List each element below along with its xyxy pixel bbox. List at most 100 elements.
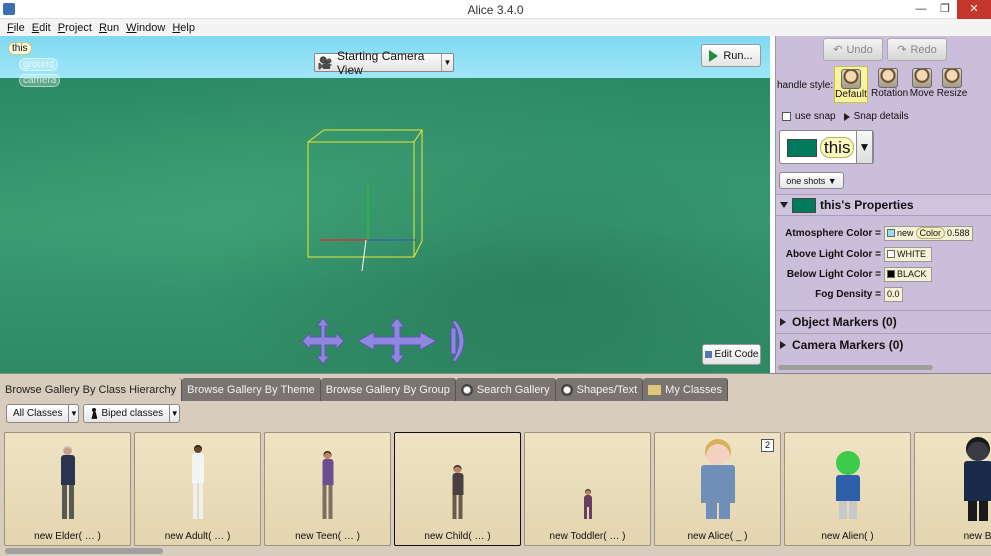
character-figure — [835, 451, 860, 519]
edit-code-button[interactable]: Edit Code — [702, 344, 761, 365]
camera-markers-label: Camera Markers (0) — [792, 337, 904, 352]
biped-filter-label: Biped classes — [101, 408, 164, 420]
scene-view[interactable]: this ground camera 🎥 Starting Camera Vie… — [0, 36, 770, 373]
biped-filter-dropdown[interactable]: Biped classes ▼ — [83, 404, 181, 423]
tab-shapes-text[interactable]: Shapes/Text — [555, 378, 644, 401]
maximize-button[interactable]: ❐ — [933, 0, 957, 19]
gallery-item-tile[interactable]: new Adult( … ) — [134, 432, 261, 546]
gallery-item-label: new Teen( … ) — [295, 531, 360, 542]
selected-object-dropdown[interactable]: ▼ — [856, 130, 873, 164]
color-component-value: 0.588 — [947, 228, 970, 238]
scene-tree-camera[interactable]: camera — [19, 74, 61, 87]
color-swatch — [887, 270, 895, 278]
redo-button[interactable]: ↷ Redo — [887, 38, 947, 61]
class-filter-dropdown[interactable]: All Classes ▼ — [6, 404, 80, 423]
code-icon — [704, 351, 712, 358]
gallery-items: new Elder( … ) new Adult( … ) new Teen( … … — [4, 432, 991, 547]
color-class-pill: Color — [915, 227, 946, 239]
camera-markers-section[interactable]: Camera Markers (0) — [776, 333, 991, 355]
property-label: Atmosphere Color = — [785, 227, 881, 239]
atmosphere-color-value[interactable]: new Color 0.588 — [884, 225, 973, 241]
scene-thumbnail — [787, 139, 817, 157]
tab-search-gallery[interactable]: Search Gallery — [455, 378, 556, 401]
tab-search-label: Search Gallery — [476, 383, 550, 396]
menu-help[interactable]: Help — [172, 22, 195, 34]
properties-title: this's Properties — [820, 198, 914, 212]
property-label: Fog Density = — [815, 288, 881, 300]
white-value: WHITE — [897, 249, 926, 259]
run-button[interactable]: Run... — [701, 44, 761, 67]
fog-density-number: 0.0 — [887, 289, 900, 299]
scene-tree-this[interactable]: this — [8, 42, 32, 55]
character-figure — [700, 439, 735, 519]
menu-run[interactable]: Run — [99, 22, 119, 34]
gallery-item-tile[interactable]: new Toddler( … ) — [524, 432, 651, 546]
folder-icon — [648, 384, 662, 395]
character-figure — [583, 489, 592, 519]
scene-tree-ground[interactable]: ground — [19, 58, 59, 71]
chevron-down-icon: ▼ — [169, 405, 179, 422]
title-bar: Alice 3.4.0 — ❐ ✕ — [0, 0, 991, 19]
shapes-icon — [560, 383, 573, 396]
run-label: Run... — [723, 49, 753, 62]
biped-filter-text: Biped classes — [84, 407, 169, 420]
tab-by-group[interactable]: Browse Gallery By Group — [320, 378, 456, 401]
character-figure — [322, 451, 333, 519]
search-icon — [460, 383, 473, 396]
fog-density-value[interactable]: 0.0 — [884, 286, 903, 302]
tab-by-theme[interactable]: Browse Gallery By Theme — [182, 378, 321, 401]
chevron-down-icon: ▼ — [441, 54, 453, 71]
gallery-item-tile[interactable]: 2 new Alice( _ ) — [654, 432, 781, 546]
gallery-item-tile[interactable]: new Alien( ) — [784, 432, 911, 546]
menu-file[interactable]: File — [7, 22, 25, 34]
snap-details-link[interactable]: Snap details — [854, 111, 909, 122]
variant-count-badge: 2 — [761, 439, 774, 452]
properties-panel: ↶ Undo ↷ Redo handle style: Default Rota… — [775, 36, 991, 373]
expand-triangle-icon[interactable] — [843, 112, 850, 121]
tab-class-hierarchy[interactable]: Browse Gallery By Class Hierarchy — [0, 378, 183, 401]
character-figure — [963, 437, 991, 521]
resize-handle-icon — [942, 68, 962, 88]
handle-style-default[interactable]: Default — [834, 66, 868, 103]
undo-button[interactable]: ↶ Undo — [823, 38, 883, 61]
minimize-button[interactable]: — — [909, 0, 933, 19]
handle-style-rotation[interactable]: Rotation — [871, 66, 908, 103]
handle-style-label: handle style: — [777, 80, 834, 91]
snap-row: use snap Snap details — [782, 111, 909, 122]
default-handle-icon — [841, 69, 861, 89]
camera-navigation-controls[interactable] — [296, 316, 476, 366]
one-shots-dropdown[interactable]: one shots ▼ — [779, 172, 844, 189]
close-button[interactable]: ✕ — [957, 0, 991, 19]
menu-window[interactable]: Window — [126, 22, 165, 34]
handle-resize-label: Resize — [936, 88, 968, 99]
handle-default-label: Default — [835, 89, 867, 100]
menu-project[interactable]: Project — [58, 22, 92, 34]
above-light-color-value[interactable]: WHITE — [884, 246, 932, 262]
gallery-item-label: new Elder( … ) — [34, 531, 101, 542]
menu-edit[interactable]: Edit — [32, 22, 51, 34]
gallery-item-tile[interactable]: new B — [914, 432, 991, 546]
handle-style-resize[interactable]: Resize — [935, 66, 969, 103]
use-snap-checkbox[interactable] — [782, 112, 791, 121]
below-light-color-value[interactable]: BLACK — [884, 266, 932, 282]
tab-my-classes[interactable]: My Classes — [643, 378, 728, 401]
gallery-panel: Browse Gallery By Class Hierarchy Browse… — [0, 373, 991, 556]
play-icon — [709, 49, 719, 62]
properties-header[interactable]: this's Properties — [776, 194, 991, 216]
gallery-item-tile[interactable]: new Elder( … ) — [4, 432, 131, 546]
object-markers-section[interactable]: Object Markers (0) — [776, 310, 991, 332]
properties-scrollbar[interactable] — [778, 365, 933, 370]
handle-style-move[interactable]: Move — [905, 66, 939, 103]
camera-view-dropdown[interactable]: 🎥 Starting Camera View ▼ — [314, 49, 454, 77]
move-handle-icon — [912, 68, 932, 88]
color-swatch — [887, 250, 895, 258]
gallery-item-tile[interactable]: new Child( … ) — [394, 432, 521, 546]
gallery-item-label: new Child( … ) — [424, 531, 491, 542]
expand-triangle-icon — [780, 340, 786, 349]
menu-bar: File Edit Project Run Window Help — [0, 19, 991, 36]
character-figure — [60, 446, 75, 519]
gallery-item-tile[interactable]: new Teen( … ) — [264, 432, 391, 546]
gallery-scrollbar[interactable] — [5, 548, 163, 554]
one-shots-label: one shots — [786, 175, 826, 186]
gallery-item-label: new Alice( _ ) — [687, 531, 748, 542]
